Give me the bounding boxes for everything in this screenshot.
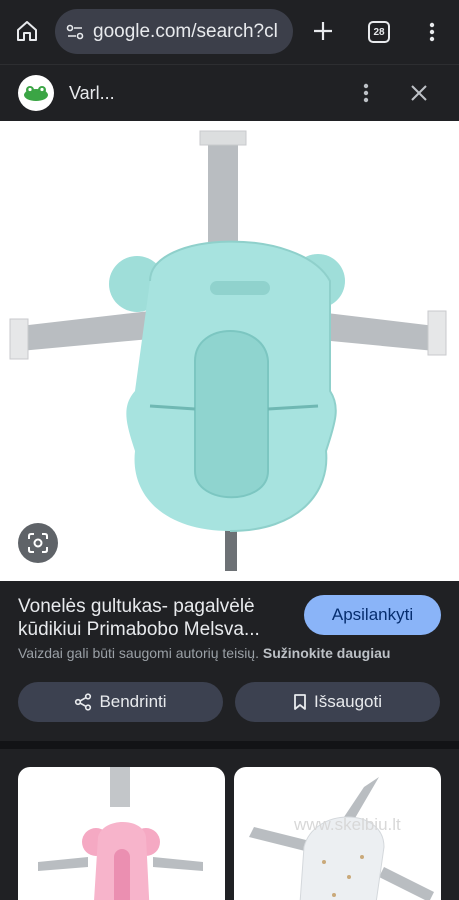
- address-bar[interactable]: google.com/search?cl: [55, 9, 293, 54]
- new-tab-button[interactable]: [309, 17, 337, 45]
- copyright-text: Vaizdai gali būti saugomi autorių teisių…: [18, 645, 259, 661]
- site-logo: [18, 75, 54, 111]
- product-image[interactable]: [0, 121, 459, 581]
- bath-seat-illustration: [9, 130, 447, 571]
- close-button[interactable]: [406, 80, 432, 106]
- related-images: www.skelbiu.lt: [0, 741, 459, 900]
- visit-button-label: Apsilankyti: [331, 605, 414, 624]
- site-settings-icon[interactable]: [65, 22, 85, 42]
- frog-logo-icon: [24, 86, 48, 101]
- more-vert-icon: [429, 22, 435, 42]
- share-button[interactable]: Bendrinti: [18, 682, 223, 722]
- related-image-card[interactable]: www.skelbiu.lt: [234, 767, 441, 900]
- copyright-notice: Vaizdai gali būti saugomi autorių teisių…: [18, 645, 390, 661]
- watermark-text: www.skelbiu.lt: [294, 815, 401, 834]
- image-title[interactable]: Vonelės gultukas- pagalvėlė kūdikiui Pri…: [18, 595, 290, 641]
- learn-more-link[interactable]: Sužinokite daugiau: [263, 645, 391, 661]
- image-result-header: Varl...: [0, 64, 459, 121]
- image-info-panel: Vonelės gultukas- pagalvėlė kūdikiui Pri…: [0, 581, 459, 741]
- bookmark-icon: [294, 694, 306, 710]
- home-icon: [17, 21, 37, 41]
- visit-button[interactable]: Apsilankyti: [304, 595, 441, 635]
- url-text: google.com/search?cl: [93, 20, 278, 42]
- share-label: Bendrinti: [99, 692, 167, 711]
- browser-toolbar: google.com/search?cl 28: [0, 0, 459, 64]
- lens-search-button[interactable]: [18, 523, 58, 563]
- site-name[interactable]: Varl...: [69, 83, 115, 104]
- more-vert-icon: [363, 83, 369, 103]
- save-label: Išsaugoti: [313, 692, 383, 711]
- lens-icon: [28, 533, 48, 553]
- result-more-button[interactable]: [356, 81, 376, 105]
- share-icon: [75, 693, 92, 711]
- save-button[interactable]: Išsaugoti: [235, 682, 440, 722]
- browser-menu-button[interactable]: [420, 18, 444, 46]
- related-image-card[interactable]: [18, 767, 225, 900]
- close-icon: [411, 85, 427, 101]
- tab-switcher-button[interactable]: 28: [368, 21, 390, 43]
- home-button[interactable]: [12, 16, 42, 46]
- pink-bath-seat-thumbnail: [38, 767, 203, 900]
- plus-icon: [314, 22, 332, 40]
